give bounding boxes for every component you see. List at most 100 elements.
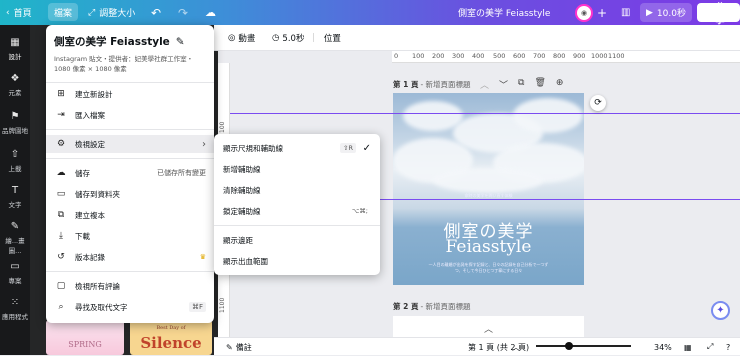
top-bar: ‹ 首頁 檔案 ⤢ 調整大小 ↶ ↷ ☁ 側室の美学 Feiasstyle ◉ … [0, 0, 740, 26]
nav-design[interactable]: ▦ 設計 [0, 31, 30, 61]
menu-item-label: 版本記錄 [75, 252, 105, 262]
cloud-save-icon[interactable]: ☁ [205, 0, 216, 25]
add-page-icon[interactable]: ⊕ [556, 78, 564, 91]
duration-button[interactable]: ◷ 5.0秒 [272, 25, 304, 51]
animate-icon: ◎ [228, 33, 236, 43]
search-icon: ⌕ [58, 302, 64, 312]
menu-item-find-replace[interactable]: ⌕ 尋找及取代文字 ⌘F [46, 298, 214, 316]
chevron-down-icon[interactable]: ﹀ [499, 78, 508, 91]
zoom-text: 34% [654, 342, 672, 352]
share-icon: ⇪ [704, 7, 712, 18]
submenu-show-bleed[interactable]: 顯示出血範圍 [214, 252, 380, 270]
page-2-label[interactable]: 第 2 頁 - 新增頁面標題 [393, 301, 471, 312]
add-collaborator-button[interactable]: + [597, 0, 607, 25]
grid-view-icon[interactable]: ▦ [684, 338, 692, 356]
nav-brand[interactable]: ⚑ 品牌園地 [0, 111, 30, 135]
chevron-up-icon[interactable]: ︿ [480, 78, 489, 91]
zoom-slider[interactable] [536, 345, 631, 347]
refresh-icon[interactable]: ⟳ [590, 95, 606, 111]
document-title[interactable]: 側室の美学 Feiasstyle [458, 0, 550, 25]
page-1-label[interactable]: 第 1 頁 - 新增頁面標題 [393, 79, 471, 90]
nav-apps[interactable]: ⁙ 應用程式 [0, 297, 30, 321]
share-button[interactable]: ⇪ 分享 [697, 3, 740, 26]
zoom-slider-handle[interactable] [565, 342, 573, 350]
side-navigation: ▦ 設計 ❖ 元素 ⚑ 品牌園地 ⇧ 上載 T 文字 ✎ 繪...畫圖... ▭ 專案 ⁙ 應用… [0, 25, 30, 355]
magic-assistant-icon[interactable]: ✦ [711, 301, 730, 320]
menu-item-download[interactable]: ⤓ 下載 [46, 227, 214, 245]
redo-button[interactable]: ↷ [178, 0, 188, 25]
shortcut: ⇧R [340, 143, 356, 153]
arrange-button[interactable]: | 位置 [312, 25, 341, 51]
edit-pencil-icon[interactable]: ✎ [176, 36, 185, 48]
undo-button[interactable]: ↶ [151, 0, 161, 25]
resize-button[interactable]: ⤢ 調整大小 [88, 0, 135, 25]
import-icon: ⇥ [57, 110, 65, 120]
submenu-clear-guides[interactable]: 清除輔助線 [214, 181, 380, 199]
zoom-level[interactable]: 34% [654, 338, 672, 356]
menu-item-save-to-folder[interactable]: ▭ 儲存到資料夾 [46, 185, 214, 203]
menu-item-version-history[interactable]: ↺ 版本記錄 ♛ [46, 248, 214, 266]
help-icon[interactable]: ? [726, 338, 730, 356]
nav-label: 設計 [8, 53, 22, 61]
fullscreen-icon[interactable]: ⤢ [707, 338, 713, 356]
page-nav-up-icon[interactable]: ︿ [512, 338, 520, 356]
nav-elements[interactable]: ❖ 元素 [0, 73, 30, 97]
submenu-show-margins[interactable]: 顯示邊距 [214, 231, 380, 249]
document-title-text: 側室の美学 Feiasstyle [458, 9, 551, 19]
chevron-up-icon[interactable]: ︿ [393, 322, 584, 335]
view-settings-submenu: 顯示尺規和輔助線 ⇧R ✓ 新增輔助線 清除輔助線 鎖定輔助線 ⌥⌘; 顯示邊距 顯示… [214, 134, 380, 275]
ruler-horizontal[interactable]: 0 100 200 300 400 500 600 700 800 900 10… [392, 51, 740, 63]
menu-item-label: 檢視設定 [75, 139, 105, 149]
page-1-actions: ︿ ﹀ ⧉ 🗑 ⊕ [480, 78, 563, 91]
submenu-show-rulers[interactable]: 顯示尺規和輔助線 ⇧R ✓ [214, 139, 380, 157]
design-page-1[interactable]: 命時の美学を問い直す体験 側室の美学 Feiasstyle 一人目の離婚が出発を… [393, 93, 584, 285]
present-button[interactable]: ▶ 10.0秒 [640, 3, 692, 22]
thumb-text: Silence [140, 334, 202, 352]
nav-label: 專案 [8, 277, 22, 285]
menu-item-label: 建立複本 [75, 210, 105, 220]
nav-uploads[interactable]: ⇧ 上載 [0, 149, 30, 173]
guide-line[interactable] [230, 113, 740, 114]
menu-item-view-settings[interactable]: ⚙ 檢視設定 › [46, 135, 214, 153]
submenu-label: 新增輔助線 [223, 164, 261, 174]
divider [214, 225, 380, 226]
nav-label: 元素 [8, 89, 22, 97]
menu-item-create-new[interactable]: ⊞ 建立新設計 [46, 85, 214, 103]
file-menu-button[interactable]: 檔案 [48, 3, 79, 21]
submenu-lock-guides[interactable]: 鎖定輔助線 ⌥⌘; [214, 202, 380, 220]
template-thumbnail-spring[interactable]: SPRING [46, 320, 124, 355]
animate-button[interactable]: ◎ 動畫 [228, 25, 255, 51]
share-label: 分享 [715, 2, 725, 26]
nav-text[interactable]: T 文字 [0, 185, 30, 209]
notes-label: 備註 [235, 342, 252, 352]
play-icon: ▶ [646, 7, 653, 18]
menu-item-duplicate[interactable]: ⧉ 建立複本 [46, 206, 214, 224]
nav-label: 品牌園地 [2, 127, 28, 135]
nav-draw[interactable]: ✎ 繪...畫圖... [0, 221, 30, 255]
shortcut: ⌘F [188, 302, 206, 312]
analytics-icon[interactable]: ▥ [621, 0, 630, 25]
submenu-add-guide[interactable]: 新增輔助線 [214, 160, 380, 178]
home-button[interactable]: ‹ 首頁 [6, 0, 32, 25]
duplicate-page-icon[interactable]: ⧉ [518, 78, 524, 91]
apps-icon: ⁙ [10, 297, 20, 308]
shortcut: ⌥⌘; [351, 207, 368, 215]
menu-item-save[interactable]: ☁ 儲存 已儲存所有變更 [46, 164, 214, 182]
page-number: 第 1 頁 [393, 80, 419, 89]
delete-page-icon[interactable]: 🗑 [534, 78, 545, 91]
template-thumbnail-silence[interactable]: Best Day of Silence [130, 320, 212, 355]
menu-item-import[interactable]: ⇥ 匯入檔案 [46, 106, 214, 124]
duration-label: 5.0秒 [282, 34, 305, 44]
menu-item-label: 儲存 [75, 168, 90, 178]
nav-projects[interactable]: ▭ 專案 [0, 261, 30, 285]
elements-icon: ❖ [10, 73, 20, 84]
menu-description: Instagram 貼文・提供者：妃美學社群工作室・1080 像素 × 1080… [54, 55, 194, 73]
avatar[interactable]: ◉ [575, 3, 593, 22]
ruler-label: 800 [553, 52, 566, 60]
menu-title[interactable]: 側室の美学 Feiasstyle ✎ [54, 34, 185, 49]
menu-item-view-comments[interactable]: ▢ 檢視所有評論 [46, 277, 214, 295]
notes-button[interactable]: ✎ 備註 [226, 338, 252, 356]
cloud-check-icon: ☁ [56, 168, 66, 178]
thumb-small-text: Best Day of [156, 325, 186, 331]
home-label: 首頁 [13, 9, 32, 19]
